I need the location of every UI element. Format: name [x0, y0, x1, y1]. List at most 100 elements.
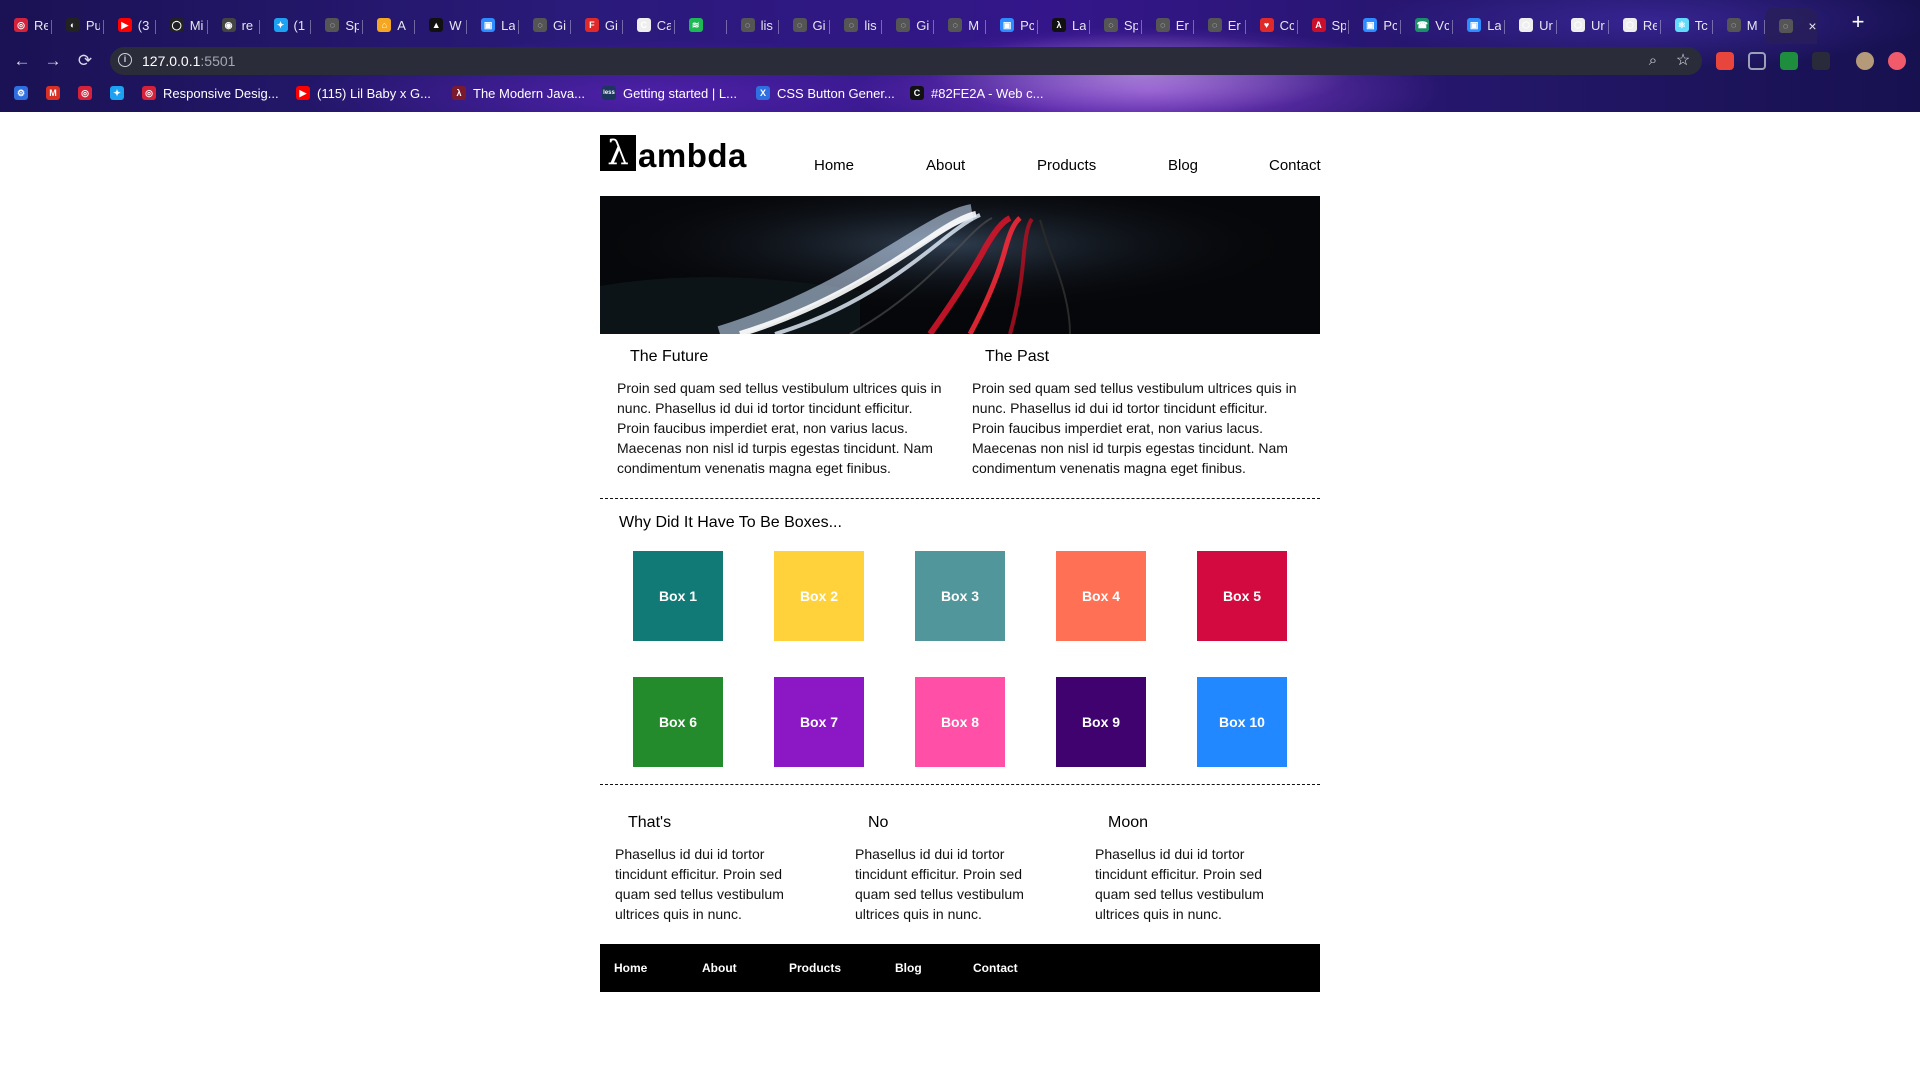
bookmark-item[interactable]: C #82FE2A - Web c...	[910, 84, 1043, 102]
bookmark-star-icon[interactable]: ☆	[1674, 52, 1692, 70]
browser-tab[interactable]: ◌ ×	[1764, 8, 1817, 44]
tab-title: Gi	[916, 17, 930, 33]
browser-tab[interactable]: A Sp	[1298, 12, 1348, 38]
tab-favicon-icon: ⬡	[1622, 18, 1637, 32]
footer-products-link[interactable]: Products	[789, 961, 841, 975]
tab-title: (3	[137, 17, 150, 33]
browser-tab[interactable]: ◌ M	[934, 12, 984, 38]
tab-title: La	[501, 17, 516, 33]
tab-favicon-icon: A	[1311, 18, 1326, 32]
browser-tab[interactable]: ⬡ Ur	[1505, 12, 1555, 38]
extension-icon[interactable]	[1888, 52, 1906, 70]
browser-tab[interactable]: ◌ Sp	[311, 12, 361, 38]
browser-tab[interactable]: ◌ Er	[1194, 12, 1244, 38]
tab-favicon-icon: ⬡	[1571, 18, 1585, 32]
tab-favicon-icon: ⬡	[1519, 18, 1534, 32]
browser-tab[interactable]: ◌ Er	[1142, 12, 1192, 38]
browser-tab[interactable]: ◌ M	[1713, 12, 1763, 38]
profile-avatar[interactable]	[1856, 52, 1874, 70]
site-header: λ ambda Home About Products Blog Contact	[600, 112, 1321, 196]
back-button[interactable]: ←	[12, 51, 32, 71]
browser-tab[interactable]: ≋	[675, 12, 725, 38]
browser-tab[interactable]: F Gi	[571, 12, 621, 38]
bookmark-item[interactable]: less Getting started | L...	[602, 84, 737, 102]
browser-tab[interactable]: ▣ Pc	[1349, 12, 1399, 38]
tab-favicon-icon: λ	[1052, 18, 1066, 32]
nav-products-link[interactable]: Products	[1037, 157, 1096, 174]
browser-tab[interactable]: ▶ (3	[104, 12, 154, 38]
tab-title: Er	[1227, 17, 1241, 33]
bookmark-item[interactable]: M	[46, 84, 60, 102]
nav-contact-link[interactable]: Contact	[1269, 157, 1321, 174]
site-info-icon[interactable]: i	[118, 53, 132, 67]
bookmarks-bar: ⚙ M ◎ ✦ ◎ Responsive Desig... ▶ (115) Lil Baby …	[0, 80, 1920, 106]
bookmark-favicon-icon: λ	[452, 86, 466, 100]
tab-favicon-icon: ◌	[533, 18, 547, 32]
bookmark-favicon-icon: less	[602, 86, 616, 100]
tab-favicon-icon: ◌	[1726, 18, 1741, 32]
browser-tab[interactable]: ◎ Re	[0, 12, 50, 38]
screenshot-extension-icon[interactable]	[1748, 52, 1766, 70]
bookmark-item[interactable]: ◎ Responsive Desig...	[142, 84, 279, 102]
zoom-icon[interactable]: ⌕	[1644, 52, 1662, 70]
nav-blog-link[interactable]: Blog	[1168, 157, 1198, 174]
tab-favicon-icon: ◌	[844, 18, 859, 32]
footer-about-link[interactable]: About	[702, 961, 737, 975]
browser-tab[interactable]: ☎ Vc	[1401, 12, 1451, 38]
browser-tab[interactable]: ◐ Pu	[52, 12, 102, 38]
browser-tab[interactable]: λ La	[1038, 12, 1088, 38]
browser-tab[interactable]: ⌂ A	[363, 12, 413, 38]
browser-tab[interactable]: C Ca	[623, 12, 673, 38]
browser-tab[interactable]: ◌ Gi	[882, 12, 932, 38]
browser-tab[interactable]: ▣ La	[1453, 12, 1503, 38]
column-title-moon: Moon	[1108, 814, 1149, 831]
bookmark-item[interactable]: ✦	[110, 84, 124, 102]
footer-blog-link[interactable]: Blog	[895, 961, 922, 975]
close-tab-icon[interactable]: ×	[1808, 18, 1816, 34]
bookmark-item[interactable]: ◎	[78, 84, 92, 102]
tab-favicon-icon: ◯	[169, 18, 184, 32]
browser-tab[interactable]: ◌ Gi	[779, 12, 829, 38]
address-url[interactable]: 127.0.0.1:5501	[142, 53, 235, 69]
browser-tab[interactable]: ⚛ Tc	[1661, 12, 1711, 38]
nav-about-link[interactable]: About	[926, 157, 965, 174]
browser-tab[interactable]: ⬡ Re	[1609, 12, 1659, 38]
footer-home-link[interactable]: Home	[614, 961, 647, 975]
browser-tab[interactable]: ◉ re	[208, 12, 258, 38]
browser-tab[interactable]: ♥ Cc	[1246, 12, 1296, 38]
browser-tab[interactable]: ✦ (1	[260, 12, 310, 38]
extension-icon[interactable]	[1716, 52, 1734, 70]
bookmark-item[interactable]: ⚙	[14, 84, 28, 102]
new-tab-button[interactable]: +	[1846, 10, 1870, 34]
browser-tab[interactable]: ◌ lis	[727, 12, 777, 38]
forward-button[interactable]: →	[43, 51, 63, 71]
browser-tab[interactable]: ▲ W	[415, 12, 465, 38]
tab-title: re	[241, 17, 254, 33]
bookmark-item[interactable]: X CSS Button Gener...	[756, 84, 895, 102]
browser-tab[interactable]: ◌ lis	[830, 12, 880, 38]
tab-title: Ur	[1539, 17, 1553, 33]
browser-tab[interactable]: ▣ La	[467, 12, 517, 38]
tab-title: lis	[864, 17, 877, 33]
bookmark-item[interactable]: λ The Modern Java...	[452, 84, 585, 102]
bookmark-favicon-icon: ⚙	[14, 86, 28, 100]
tab-favicon-icon: C	[636, 18, 651, 32]
browser-tab[interactable]: ▣ Pc	[986, 12, 1036, 38]
sheets-extension-icon[interactable]	[1780, 52, 1798, 70]
tab-favicon-icon: ◌	[740, 18, 755, 32]
bookmark-item[interactable]: ▶ (115) Lil Baby x G...	[296, 84, 431, 102]
tab-title: Sp	[345, 17, 360, 33]
tab-favicon-icon: ◌	[1155, 18, 1170, 32]
browser-tab[interactable]: ◯ Mi	[156, 12, 206, 38]
color-box-6: Box 6	[633, 677, 723, 767]
address-bar[interactable]: i 127.0.0.1:5501 ⌕ ☆	[110, 47, 1702, 75]
browser-tab[interactable]: ◌ Gi	[519, 12, 569, 38]
browser-tab[interactable]: ◌ Sp	[1090, 12, 1140, 38]
browser-tab[interactable]: ⬡ Ur	[1557, 12, 1607, 38]
site-logo[interactable]: λ ambda	[600, 135, 747, 172]
color-box-10: Box 10	[1197, 677, 1287, 767]
footer-contact-link[interactable]: Contact	[973, 961, 1018, 975]
reload-button[interactable]: ⟳	[75, 51, 95, 71]
nav-home-link[interactable]: Home	[814, 157, 854, 174]
extension-icon[interactable]	[1812, 52, 1830, 70]
